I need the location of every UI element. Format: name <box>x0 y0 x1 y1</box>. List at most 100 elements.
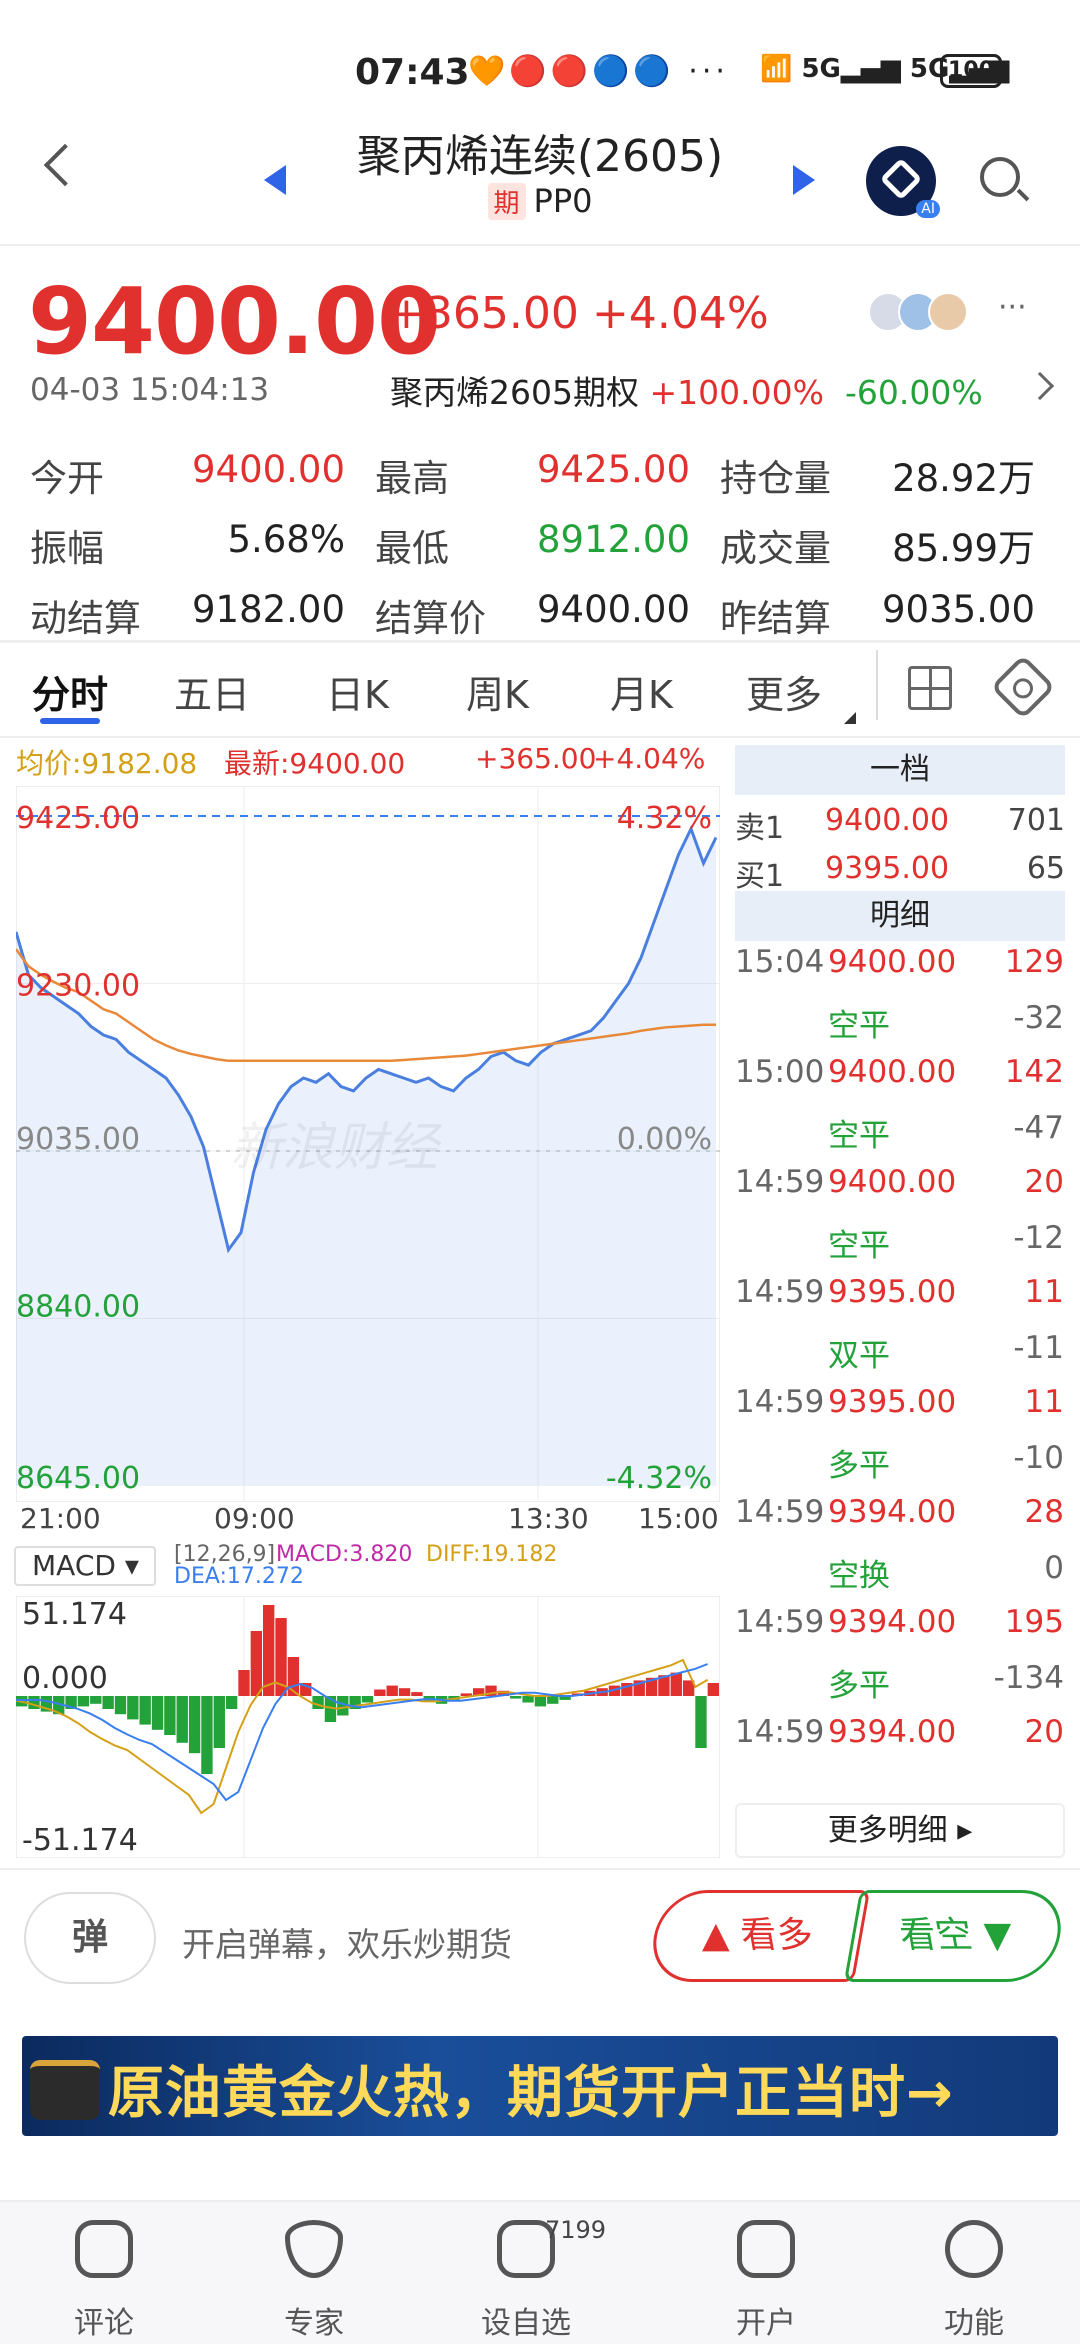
tab-0[interactable]: 分时 <box>32 664 108 719</box>
y-label: 8840.00 <box>16 1290 140 1325</box>
pct-label: -4.32% <box>606 1461 712 1496</box>
promo-banner[interactable]: 原油黄金火热，期货开户正当时→ <box>22 2036 1058 2136</box>
danmu-toggle-button[interactable]: 弹 <box>24 1892 156 1984</box>
stat-value: 9400.00 <box>536 588 690 631</box>
tick-price: 9400.00 <box>828 1054 957 1090</box>
tab-2[interactable]: 日K <box>326 664 389 719</box>
last-price: 9400.00 <box>28 268 441 375</box>
more-dropdown-icon <box>844 712 856 724</box>
level1-title: 一档 <box>735 745 1065 795</box>
macd-bar <box>263 1605 275 1696</box>
pct-label: 4.32% <box>617 801 712 836</box>
tick-time: 14:59 <box>735 1604 825 1640</box>
expert-avatars[interactable] <box>868 292 968 336</box>
status-time: 07:43 <box>355 52 470 93</box>
bid-row: 买1 9395.00 65 <box>735 851 1065 894</box>
stat-label: 成交量 <box>720 527 831 570</box>
bullish-button[interactable]: ▲ 看多 <box>645 1890 871 1982</box>
macd-bar <box>164 1696 176 1735</box>
stat-value: 5.68% <box>227 518 345 561</box>
divider <box>0 640 1080 643</box>
stat-label: 昨结算 <box>720 597 831 640</box>
y-label: 8645.00 <box>16 1461 140 1496</box>
tick-volume: 11 <box>1024 1384 1064 1420</box>
nav-functions[interactable]: 功能 <box>904 2220 1044 2342</box>
tick-price: 9395.00 <box>828 1274 957 1310</box>
comment-icon <box>75 2220 133 2278</box>
divider <box>0 736 1080 738</box>
more-icon[interactable]: ··· <box>998 290 1027 325</box>
tick-net: -11 <box>1013 1330 1064 1366</box>
macd-y-zero: 0.000 <box>22 1661 108 1696</box>
search-icon[interactable] <box>980 157 1020 197</box>
stat-label: 最高 <box>375 457 449 500</box>
stat-value: 9400.00 <box>191 448 345 491</box>
macd-bar <box>151 1696 164 1730</box>
macd-bar <box>102 1696 114 1709</box>
x-label-1330: 13:30 <box>508 1502 589 1535</box>
more-detail-button[interactable]: 更多明细 ▸ <box>735 1803 1065 1858</box>
ai-assistant-icon[interactable]: AI <box>866 146 940 218</box>
tick-type: 多平 <box>828 1448 890 1484</box>
tick-time: 14:59 <box>735 1494 825 1530</box>
nav-experts[interactable]: 专家 <box>244 2220 384 2342</box>
open-account-icon <box>737 2220 795 2278</box>
stat-label: 结算价 <box>375 597 486 640</box>
macd-bar <box>707 1683 719 1696</box>
macd-chart[interactable]: 51.174 0.000 -51.174 <box>16 1596 720 1858</box>
avg-price-label: 均价:9182.08 <box>16 747 198 780</box>
detail-title: 明细 <box>735 891 1065 941</box>
tab-5[interactable]: 更多 <box>746 664 822 719</box>
next-contract-icon[interactable] <box>793 165 815 195</box>
tick-net: -12 <box>1013 1220 1064 1256</box>
macd-bar <box>374 1689 386 1696</box>
macd-bar <box>139 1696 151 1725</box>
tick-net: -32 <box>1013 1000 1064 1036</box>
stat-label: 今开 <box>30 457 104 500</box>
tick-volume: 20 <box>1024 1714 1064 1750</box>
layout-grid-icon[interactable] <box>908 666 952 710</box>
macd-bar <box>90 1696 102 1704</box>
nav-comments[interactable]: 评论 <box>34 2220 174 2342</box>
macd-bar <box>670 1672 682 1696</box>
battery-icon: 100 <box>940 54 1002 88</box>
settings-icon[interactable] <box>990 654 1056 720</box>
tab-3[interactable]: 周K <box>466 664 529 719</box>
indicator-select[interactable]: MACD ▾ <box>14 1546 156 1586</box>
price-change-pct: +4.04% <box>592 288 769 339</box>
tick-time: 15:00 <box>735 1054 825 1090</box>
tab-4[interactable]: 月K <box>610 664 673 719</box>
y-label: 9425.00 <box>16 801 140 836</box>
option-link[interactable]: 聚丙烯2605期权 +100.00% -60.00% <box>390 366 983 414</box>
tick-net: 0 <box>1044 1550 1064 1586</box>
stat-value: 8912.00 <box>536 518 690 561</box>
macd-bar <box>238 1670 250 1696</box>
stat-value: 9035.00 <box>881 588 1035 631</box>
macd-bar <box>188 1696 201 1754</box>
oil-drum-icon <box>30 2060 100 2120</box>
tick-volume: 28 <box>1024 1494 1064 1530</box>
status-bar: 07:43 🧡🔴🔴🔵🔵 ··· 📶 5G▂▄▆ 5G▂▄▆ 100 <box>0 40 1080 104</box>
chart-change-label: +365.00 <box>475 742 597 775</box>
tick-type: 空平 <box>828 1228 890 1264</box>
stat-value: 9182.00 <box>191 588 345 631</box>
stat-label: 动结算 <box>30 597 141 640</box>
ask-row: 卖1 9400.00 701 <box>735 803 1065 846</box>
dea-value: DEA:17.272 <box>174 1564 304 1589</box>
macd-bar <box>547 1696 559 1704</box>
stat-value: 28.92万 <box>892 457 1035 500</box>
tick-time: 14:59 <box>735 1384 825 1420</box>
divider <box>876 650 878 720</box>
bearish-button[interactable]: 看空 ▼ <box>843 1890 1069 1982</box>
y-label: 9230.00 <box>16 969 140 1004</box>
tick-type: 空换 <box>828 1558 890 1594</box>
nav-open-account[interactable]: 开户 <box>696 2220 836 2342</box>
tick-volume: 20 <box>1024 1164 1064 1200</box>
tick-volume: 195 <box>1004 1604 1064 1640</box>
tick-net: -47 <box>1013 1110 1064 1146</box>
latest-price-label: 最新:9400.00 <box>224 747 406 780</box>
chevron-right-icon[interactable] <box>1025 371 1055 401</box>
pct-label: 0.00% <box>617 1122 712 1157</box>
tab-1[interactable]: 五日 <box>174 664 250 719</box>
tick-time: 14:59 <box>735 1164 825 1200</box>
